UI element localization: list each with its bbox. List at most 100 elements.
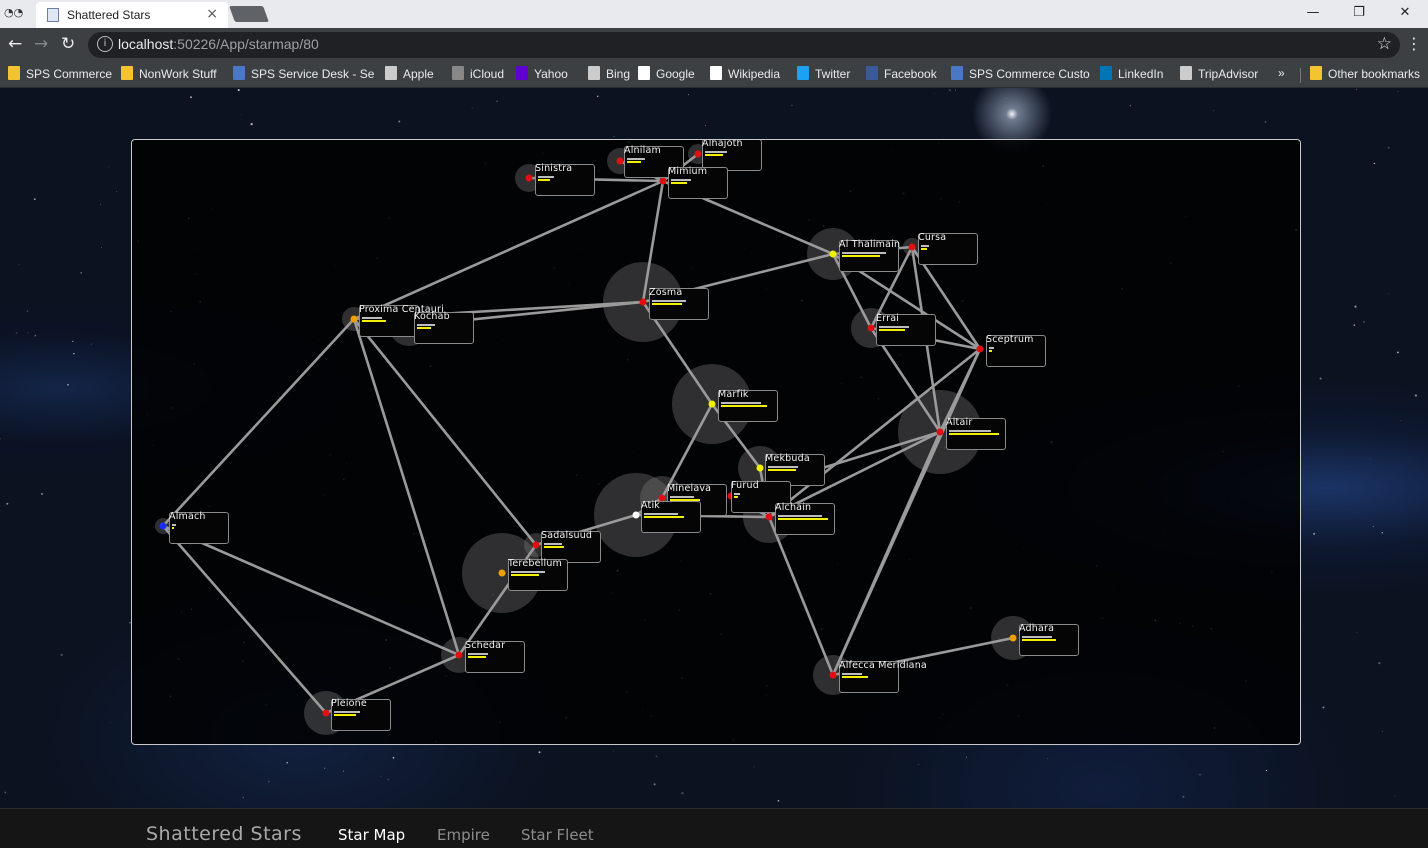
background-star [1369, 458, 1371, 459]
system-card-sinistra[interactable]: Sinistra [535, 163, 595, 196]
back-arrow-icon[interactable]: ← [8, 34, 22, 54]
star-marfik[interactable] [708, 400, 716, 408]
star-almach[interactable] [159, 522, 167, 530]
browser-tab-active[interactable]: Shattered Stars × [36, 2, 228, 28]
star-alhajoth[interactable] [694, 150, 702, 158]
star-zosma[interactable] [639, 298, 647, 306]
star-alchain[interactable] [765, 513, 773, 521]
bookmark-star-icon[interactable]: ☆ [1377, 34, 1392, 54]
nav-empire[interactable]: Empire [437, 826, 490, 844]
background-star [596, 95, 599, 98]
nav-star-fleet[interactable]: Star Fleet [521, 826, 594, 844]
bookmark-icloud[interactable]: iCloud [452, 66, 504, 81]
system-card-zosma[interactable]: Zosma [649, 287, 709, 320]
window-close-button[interactable]: ✕ [1382, 0, 1428, 28]
star-sceptrum[interactable] [976, 345, 984, 353]
star-mimium[interactable] [659, 177, 667, 185]
bookmark-wikipedia[interactable]: Wikipedia [710, 66, 780, 81]
jump-lane-altair-alfecca-meridiana[interactable] [831, 430, 942, 677]
system-card-errai[interactable]: Errai [876, 313, 936, 346]
window-minimize-button[interactable]: — [1290, 0, 1336, 28]
address-bar[interactable]: i localhost:50226/App/starmap/80 ☆ [88, 32, 1400, 58]
system-card-altair[interactable]: Altair [946, 417, 1006, 450]
system-card-proxima-centauri[interactable]: Proxima Centauri [359, 304, 444, 337]
star-schedar[interactable] [455, 651, 463, 659]
jump-lane-proxima-centauri-schedar[interactable] [352, 317, 461, 657]
bookmark-tripadvisor[interactable]: TripAdvisor [1180, 66, 1258, 81]
bookmark-linkedin[interactable]: LinkedIn [1100, 66, 1163, 81]
star-sadalsuud[interactable] [532, 541, 540, 549]
star-alfecca-meridiana[interactable] [829, 671, 837, 679]
new-tab-button[interactable] [229, 6, 269, 22]
system-stat-bar-gray [842, 673, 862, 675]
jump-lane-proxima-centauri-sadalsuud[interactable] [352, 317, 538, 547]
bookmark-sps-commerce-custo[interactable]: SPS Commerce Custo [951, 66, 1090, 81]
system-card-cursa[interactable]: Cursa [918, 232, 978, 265]
system-card-mimium[interactable]: Mimium [668, 166, 728, 199]
system-name: Schedar [465, 640, 506, 651]
background-star [109, 722, 111, 723]
app-brand[interactable]: Shattered Stars [146, 823, 302, 845]
background-star [934, 93, 935, 94]
star-mekbuda[interactable] [756, 464, 764, 472]
star-pleione[interactable] [322, 709, 330, 717]
system-card-pleione[interactable]: Pleione [331, 698, 391, 731]
bookmark-google[interactable]: Google [638, 66, 695, 81]
star-errai[interactable] [867, 324, 875, 332]
bookmark-twitter[interactable]: Twitter [797, 66, 850, 81]
background-star [398, 120, 401, 123]
system-card-kochab[interactable]: Kochab [414, 311, 474, 344]
system-card-alfecca-meridiana[interactable]: Alfecca Meridiana [839, 660, 927, 693]
bookmark-bing[interactable]: Bing [588, 66, 630, 81]
window-controls: — ❐ ✕ [1290, 0, 1428, 28]
system-card-alchain[interactable]: Alchain [775, 502, 835, 535]
background-star [955, 89, 957, 91]
system-card-terebellum[interactable]: Terebellum [508, 558, 568, 591]
jump-lane-alchain-alfecca-meridiana[interactable] [767, 515, 835, 677]
nav-star-map[interactable]: Star Map [338, 826, 405, 844]
star-altair[interactable] [936, 428, 944, 436]
forward-arrow-icon[interactable]: → [34, 34, 48, 54]
star-proxima-centauri[interactable] [350, 315, 358, 323]
star-sinistra[interactable] [525, 174, 533, 182]
star-terebellum[interactable] [498, 569, 506, 577]
more-bookmarks-button[interactable]: » [1278, 66, 1285, 80]
jump-lane-almach-schedar[interactable] [161, 524, 461, 657]
bookmark-sps-commerce[interactable]: SPS Commerce [8, 66, 112, 81]
system-card-al-thalimain[interactable]: Al Thalimain [839, 239, 900, 272]
bookmark-nonwork-stuff[interactable]: NonWork Stuff [121, 66, 217, 81]
jump-lane-proxima-centauri-almach[interactable] [161, 317, 356, 528]
background-star [1354, 305, 1357, 308]
star-map-panel[interactable]: Sinistra Alnilam Alhajoth Mimium Al Thalimai… [131, 139, 1301, 745]
other-bookmarks-folder[interactable]: Other bookmarks [1310, 66, 1420, 81]
bookmark-apple[interactable]: Apple [385, 66, 434, 81]
system-stat-bar-gray [544, 543, 562, 545]
system-card-marfik[interactable]: Marfik [718, 389, 778, 422]
system-card-almach[interactable]: Almach [169, 511, 229, 544]
reload-icon[interactable]: ↻ [61, 34, 75, 54]
system-card-sceptrum[interactable]: Sceptrum [986, 334, 1046, 367]
system-card-adhara[interactable]: Adhara [1019, 623, 1079, 656]
site-info-icon[interactable]: i [97, 36, 113, 52]
system-card-atik[interactable]: Atik [641, 500, 701, 533]
star-atik[interactable] [632, 511, 640, 519]
system-stat-bar-yellow [511, 574, 539, 576]
wikipedia-icon [710, 66, 722, 80]
jump-lane-almach-pleione[interactable] [161, 524, 328, 715]
bookmark-yahoo[interactable]: Yahoo [516, 66, 568, 81]
star-map-canvas[interactable] [132, 140, 1300, 744]
jump-lanes [161, 152, 1015, 715]
linkedin-icon [1100, 66, 1112, 80]
star-adhara[interactable] [1009, 634, 1017, 642]
bookmark-facebook[interactable]: Facebook [866, 66, 937, 81]
bookmark-sps-service-desk-se[interactable]: SPS Service Desk - Se [233, 66, 374, 81]
system-card-schedar[interactable]: Schedar [465, 640, 525, 673]
tab-close-icon[interactable]: × [206, 6, 218, 22]
star-alnilam[interactable] [616, 157, 624, 165]
address-url[interactable]: localhost:50226/App/starmap/80 [118, 36, 319, 52]
window-restore-button[interactable]: ❐ [1336, 0, 1382, 28]
background-star [67, 383, 69, 386]
browser-menu-icon[interactable]: ⋮ [1406, 34, 1422, 53]
star-al-thalimain[interactable] [829, 250, 837, 258]
star-cursa[interactable] [908, 243, 916, 251]
